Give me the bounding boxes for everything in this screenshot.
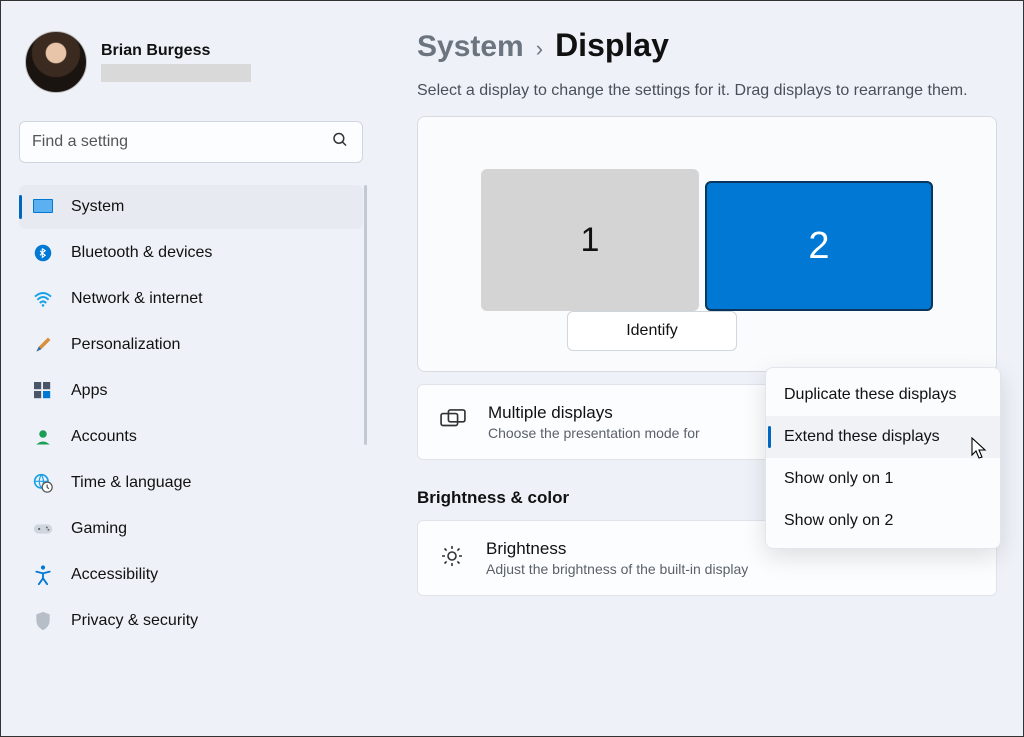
- identify-button[interactable]: Identify: [567, 311, 737, 351]
- nav-item-bluetooth[interactable]: Bluetooth & devices: [19, 231, 363, 275]
- breadcrumb-parent[interactable]: System: [417, 30, 524, 64]
- globe-clock-icon: [33, 473, 53, 493]
- nav-label: Apps: [71, 382, 107, 400]
- nav-item-personalization[interactable]: Personalization: [19, 323, 363, 367]
- nav-item-accessibility[interactable]: Accessibility: [19, 553, 363, 597]
- multiple-displays-sub: Choose the presentation mode for: [488, 425, 700, 441]
- nav-label: System: [71, 198, 124, 216]
- nav-label: Bluetooth & devices: [71, 244, 212, 262]
- profile-block[interactable]: Brian Burgess: [19, 25, 363, 111]
- scrollbar[interactable]: [364, 185, 367, 445]
- nav-item-system[interactable]: System: [19, 185, 363, 229]
- accessibility-icon: [33, 565, 53, 585]
- nav-label: Time & language: [71, 474, 191, 492]
- brightness-sub: Adjust the brightness of the built-in di…: [486, 561, 748, 577]
- mouse-cursor-icon: [971, 437, 989, 464]
- brush-icon: [33, 335, 53, 355]
- dd-show-1[interactable]: Show only on 1: [766, 458, 1000, 500]
- search-icon: [331, 131, 349, 154]
- breadcrumb: System › Display: [417, 27, 997, 64]
- nav-item-gaming[interactable]: Gaming: [19, 507, 363, 551]
- wifi-icon: [33, 289, 53, 309]
- nav-item-accounts[interactable]: Accounts: [19, 415, 363, 459]
- nav-item-network[interactable]: Network & internet: [19, 277, 363, 321]
- nav-item-privacy[interactable]: Privacy & security: [19, 599, 363, 643]
- nav-item-time-language[interactable]: Time & language: [19, 461, 363, 505]
- dd-extend[interactable]: Extend these displays: [766, 416, 1000, 458]
- search-wrap: [19, 121, 363, 163]
- brightness-title: Brightness: [486, 539, 748, 559]
- nav-label: Accessibility: [71, 566, 158, 584]
- monitor-2[interactable]: 2: [705, 181, 933, 311]
- nav-label: Personalization: [71, 336, 180, 354]
- bluetooth-icon: [33, 243, 53, 263]
- dd-duplicate[interactable]: Duplicate these displays: [766, 374, 1000, 416]
- gamepad-icon: [33, 519, 53, 539]
- dd-show-2[interactable]: Show only on 2: [766, 500, 1000, 542]
- multiple-displays-title: Multiple displays: [488, 403, 700, 423]
- nav: System Bluetooth & devices Network & int…: [19, 185, 363, 643]
- presentation-mode-dropdown[interactable]: Duplicate these displays Extend these di…: [765, 367, 1001, 549]
- display-hint-text: Select a display to change the settings …: [417, 80, 977, 102]
- person-icon: [33, 427, 53, 447]
- nav-item-apps[interactable]: Apps: [19, 369, 363, 413]
- chevron-right-icon: ›: [536, 36, 543, 62]
- brightness-icon: [440, 544, 464, 573]
- profile-name: Brian Burgess: [101, 42, 251, 60]
- multi-display-icon: [440, 409, 466, 436]
- nav-label: Accounts: [71, 428, 137, 446]
- monitor-1[interactable]: 1: [481, 169, 699, 311]
- main-content: System › Display Select a display to cha…: [381, 1, 1023, 736]
- profile-email-redacted: [101, 64, 251, 82]
- shield-icon: [33, 611, 53, 631]
- nav-label: Gaming: [71, 520, 127, 538]
- display-arrangement-panel: 1 2 Identify: [417, 116, 997, 372]
- sidebar: Brian Burgess System Bluetoo: [1, 1, 381, 736]
- apps-icon: [33, 381, 53, 401]
- nav-label: Network & internet: [71, 290, 203, 308]
- page-title: Display: [555, 27, 669, 64]
- system-icon: [33, 197, 53, 217]
- avatar: [25, 31, 87, 93]
- nav-label: Privacy & security: [71, 612, 198, 630]
- search-input[interactable]: [19, 121, 363, 163]
